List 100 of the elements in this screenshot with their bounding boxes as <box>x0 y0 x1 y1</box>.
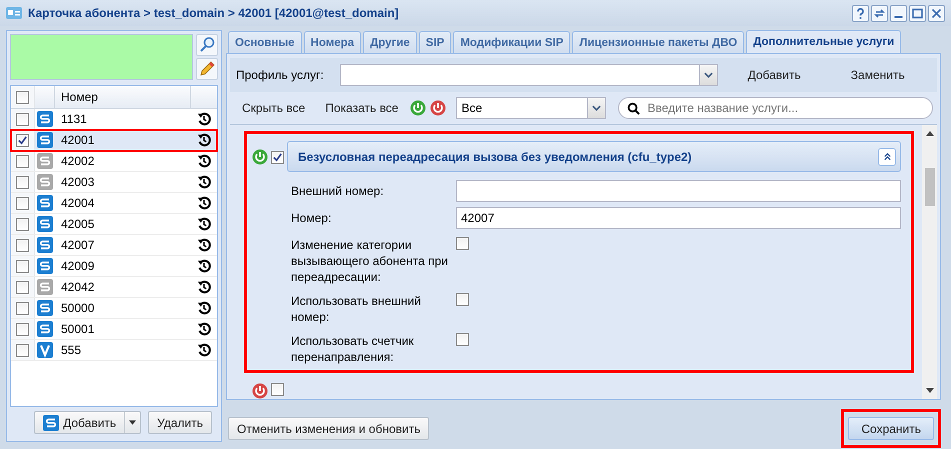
add-button[interactable]: Добавить <box>34 411 142 434</box>
history-icon[interactable] <box>197 322 211 336</box>
subscriber-row[interactable]: 42009 <box>11 256 217 277</box>
field-label: Номер: <box>291 210 332 226</box>
number-cell-text: 1131 <box>60 112 88 126</box>
history-icon[interactable] <box>197 343 211 357</box>
tab[interactable]: Номера <box>304 31 362 53</box>
checkbox[interactable] <box>16 322 29 336</box>
minimize-icon[interactable] <box>890 4 907 22</box>
tab[interactable]: Модификации SIP <box>453 31 570 53</box>
service-title: Безусловная переадресация вызова без уведомления (cfu_type2) <box>298 150 693 164</box>
power-icon[interactable] <box>430 100 446 116</box>
number-cell-text: 42009 <box>60 259 96 273</box>
number-cell-text: 555 <box>60 343 82 357</box>
checkbox[interactable] <box>16 302 29 314</box>
sip-icon <box>43 414 60 430</box>
maximize-icon[interactable] <box>909 4 926 22</box>
field-label: Внешний номер: <box>291 183 385 199</box>
number-cell-text: 42005 <box>60 217 96 231</box>
close-icon[interactable] <box>928 4 945 22</box>
number-cell-text: 42002 <box>60 154 96 168</box>
checkbox[interactable] <box>16 260 29 272</box>
history-icon[interactable] <box>197 238 211 252</box>
number-cell-text: 42001 <box>60 133 96 147</box>
checkbox[interactable] <box>16 176 29 188</box>
power-icon[interactable] <box>252 383 268 399</box>
checkbox[interactable] <box>456 333 469 346</box>
collapse-icon[interactable] <box>878 148 896 166</box>
number-cell-text: 42004 <box>60 196 96 210</box>
history-icon[interactable] <box>197 133 211 147</box>
tab[interactable]: SIP <box>418 31 452 53</box>
checkbox[interactable] <box>16 134 29 146</box>
window-title: Карточка абонента > test_domain > 42001 [42001@test_domain] <box>28 6 400 20</box>
history-icon[interactable] <box>197 112 211 126</box>
save-button[interactable]: Сохранить <box>848 417 934 440</box>
checkbox[interactable] <box>271 151 284 164</box>
power-icon[interactable] <box>410 100 426 116</box>
number-cell-text: 42003 <box>60 175 96 189</box>
scrollbar[interactable] <box>922 125 937 399</box>
profile-label: Профиль услуг: <box>236 68 324 82</box>
history-icon[interactable] <box>197 259 211 273</box>
input-field[interactable]: 42007 <box>456 207 901 229</box>
checkbox[interactable] <box>16 196 29 210</box>
checkbox[interactable] <box>16 344 29 356</box>
caret-icon <box>592 105 602 111</box>
replace-link[interactable]: Заменить <box>842 68 913 82</box>
subscriber-row[interactable]: 42003 <box>11 172 217 193</box>
number-cell-text: 50000 <box>60 301 96 315</box>
subscriber-row[interactable]: 42042 <box>11 277 217 298</box>
field-label: Использовать внешний номер: <box>291 293 422 325</box>
checkbox[interactable] <box>16 238 29 252</box>
select-all-checkbox[interactable] <box>16 90 29 104</box>
search-field[interactable]: Введите название услуги... <box>618 97 933 119</box>
history-icon[interactable] <box>197 175 211 189</box>
refresh-icon[interactable] <box>871 4 888 22</box>
subscriber-row[interactable]: 42005 <box>11 214 217 235</box>
subscriber-row[interactable]: 42004 <box>11 193 217 214</box>
checkbox[interactable] <box>456 237 469 250</box>
checkbox[interactable] <box>16 218 29 230</box>
number-cell-text: 42007 <box>60 238 96 252</box>
history-icon[interactable] <box>197 196 211 210</box>
help-icon[interactable] <box>852 4 869 22</box>
show-all-link[interactable]: Показать все <box>317 101 406 115</box>
input-field[interactable] <box>456 180 901 202</box>
tab[interactable]: Другие <box>363 31 417 53</box>
scroll-up-icon[interactable] <box>926 131 934 136</box>
tab[interactable]: Лицензионные пакеты ДВО <box>572 31 744 53</box>
subscriber-row[interactable]: 42002 <box>11 151 217 172</box>
add-link[interactable]: Добавить <box>740 68 809 82</box>
subscriber-row[interactable]: 50001 <box>11 319 217 340</box>
field-label: Использовать счетчик перенаправления: <box>291 333 415 365</box>
delete-button[interactable]: Удалить <box>148 411 212 434</box>
search-icon[interactable] <box>196 34 218 56</box>
scroll-thumb[interactable] <box>924 168 934 206</box>
caret-icon <box>704 72 713 78</box>
subscriber-row[interactable]: 42001 <box>11 130 217 151</box>
checkbox[interactable] <box>456 293 469 306</box>
number-cell-text: 42042 <box>60 280 96 294</box>
tab[interactable]: Дополнительные услуги <box>746 30 902 53</box>
cancel-button[interactable]: Отменить изменения и обновить <box>228 417 430 440</box>
subscriber-row[interactable]: 50000 <box>11 298 217 319</box>
checkbox[interactable] <box>16 112 29 126</box>
field-label: Изменение категории вызывающего абонента при переадресации: <box>291 237 449 285</box>
caret-icon[interactable] <box>129 420 136 425</box>
history-icon[interactable] <box>197 280 211 294</box>
tab[interactable]: Основные <box>228 31 302 53</box>
checkbox[interactable] <box>16 280 29 294</box>
subscriber-row[interactable]: 555 <box>11 340 217 361</box>
checkbox[interactable] <box>271 383 284 396</box>
pencil-icon[interactable] <box>196 58 218 80</box>
scroll-down-icon[interactable] <box>926 388 934 393</box>
hide-all-link[interactable]: Скрыть все <box>234 101 314 115</box>
history-icon[interactable] <box>197 217 211 231</box>
filter-select[interactable]: Все <box>456 97 606 119</box>
number-cell-text: 50001 <box>60 322 96 336</box>
subscriber-row[interactable]: 42007 <box>11 235 217 256</box>
history-icon[interactable] <box>197 301 211 315</box>
search-icon <box>627 102 640 115</box>
checkbox[interactable] <box>16 154 29 168</box>
history-icon[interactable] <box>197 154 211 168</box>
